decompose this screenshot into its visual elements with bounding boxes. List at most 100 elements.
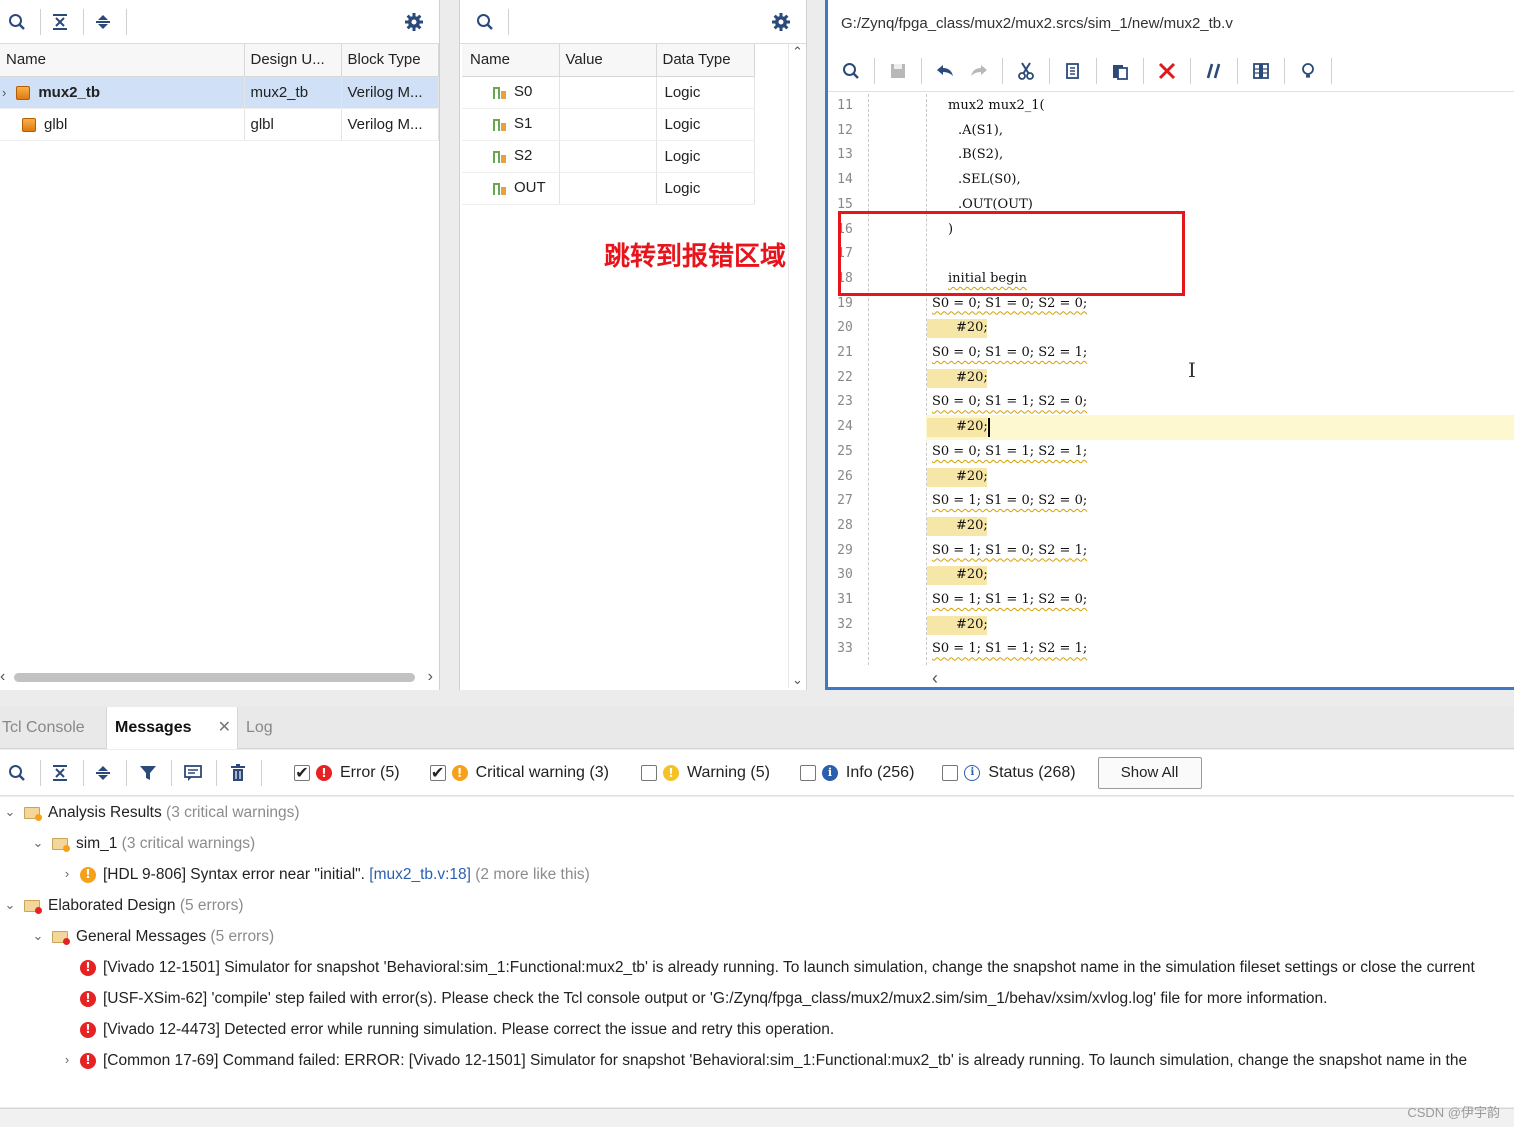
scroll-up-icon[interactable]: ⌃ [792,44,803,60]
object-row-out[interactable]: OUT Logic [462,172,755,205]
message-critical-warning[interactable]: › ! [HDL 9-806] Syntax error near "initi… [0,859,1514,890]
column-header-data-type[interactable]: Data Type [656,44,755,77]
save-icon[interactable] [881,54,915,88]
scope-design-unit: glbl [244,108,342,141]
filter-critical-warning[interactable]: ✔ ! Critical warning (3) [429,764,609,782]
tab-messages[interactable]: Messages ✕ [106,707,238,749]
scroll-down-icon[interactable]: ⌄ [792,672,803,688]
code-line[interactable]: 23 S0 = 0; S1 = 1; S2 = 0; [828,390,1514,415]
vertical-scrollbar[interactable]: ⌃ ⌄ [788,44,806,688]
horizontal-scrollbar[interactable]: ‹ › [0,668,439,686]
scroll-left-icon[interactable]: ‹ [0,668,5,686]
expand-all-icon[interactable] [86,756,120,790]
scope-row-mux2-tb[interactable]: › mux2_tb mux2_tb Verilog M... [0,76,439,109]
undo-icon[interactable] [928,54,962,88]
redo-icon[interactable] [962,54,996,88]
scrollbar-thumb[interactable] [14,672,415,682]
message-error[interactable]: ! [USF-XSim-62] 'compile' step failed wi… [0,983,1514,1014]
paste-icon[interactable] [1103,54,1137,88]
collapse-all-icon[interactable] [43,5,77,39]
settings-gear-icon[interactable] [397,5,431,39]
message-text: [HDL 9-806] Syntax error near "initial". [103,866,370,883]
cut-icon[interactable] [1009,54,1043,88]
message-error[interactable]: ! [Vivado 12-4473] Detected error while … [0,1014,1514,1045]
filter-icon[interactable] [131,756,165,790]
lightbulb-icon[interactable] [1291,54,1325,88]
chevron-right-icon[interactable]: › [60,867,74,881]
checkbox-info[interactable] [799,764,816,781]
chevron-right-icon[interactable]: › [60,1053,74,1067]
show-all-button[interactable]: Show All [1097,756,1202,789]
message-error[interactable]: › ! [Common 17-69] Command failed: ERROR… [0,1045,1514,1076]
message-error[interactable]: ! [Vivado 12-1501] Simulator for snapsho… [0,952,1514,983]
code-line[interactable]: 11 mux2 mux2_1( [828,94,1514,119]
comment-toggle-icon[interactable] [1197,54,1231,88]
tree-node-elaborated-design[interactable]: ⌄ Elaborated Design (5 errors) [0,890,1514,921]
code-line[interactable]: 25 S0 = 0; S1 = 1; S2 = 1; [828,440,1514,465]
scroll-right-icon[interactable]: › [428,668,433,686]
checkbox-warning[interactable] [640,764,657,781]
search-icon[interactable] [0,5,34,39]
code-line[interactable]: 33 S0 = 1; S1 = 1; S2 = 1; [828,637,1514,662]
code-line[interactable]: 21 S0 = 0; S1 = 0; S2 = 1; [828,341,1514,366]
chevron-down-icon[interactable]: ⌄ [31,836,45,850]
tree-node-general-messages[interactable]: ⌄ General Messages (5 errors) [0,921,1514,952]
code-line[interactable]: 22 #20; [828,366,1514,391]
code-line[interactable]: 29 S0 = 1; S1 = 0; S2 = 1; [828,539,1514,564]
column-header-block-type[interactable]: Block Type [341,44,439,77]
expand-all-icon[interactable] [86,5,120,39]
delete-icon[interactable] [1150,54,1184,88]
code-line[interactable]: 31 S0 = 1; S1 = 1; S2 = 0; [828,588,1514,613]
filter-status[interactable]: i Status (268) [942,764,1076,782]
close-icon[interactable]: ✕ [218,707,231,749]
tree-node-analysis-results[interactable]: ⌄ Analysis Results (3 critical warnings) [0,797,1514,828]
checkbox-status[interactable] [942,764,959,781]
tab-tcl-console[interactable]: Tcl Console [2,707,85,749]
checkbox-error[interactable]: ✔ [294,764,310,782]
filter-info[interactable]: i Info (256) [799,764,914,782]
checkbox-critical-warning[interactable]: ✔ [429,764,446,782]
column-header-name[interactable]: Name [0,44,245,77]
code-line[interactable]: 28 #20; [828,514,1514,539]
message-icon[interactable] [176,756,210,790]
search-icon[interactable] [468,5,502,39]
column-header-design-unit[interactable]: Design U... [244,44,342,77]
source-link[interactable]: [mux2_tb.v:18] [369,859,471,890]
object-row-s0[interactable]: S0 Logic [462,76,755,109]
code-line[interactable]: 14 .SEL(S0), [828,168,1514,193]
search-icon[interactable] [834,54,868,88]
object-row-s2[interactable]: S2 Logic [462,140,755,173]
code-line[interactable]: 13 .B(S2), [828,143,1514,168]
code-line[interactable]: 32 #20; [828,613,1514,638]
objects-toolbar [460,0,806,44]
scroll-left-icon[interactable]: ‹ [932,668,938,689]
tree-node-sim-1[interactable]: ⌄ sim_1 (3 critical warnings) [0,828,1514,859]
chevron-down-icon[interactable]: ⌄ [3,805,17,819]
settings-gear-icon[interactable] [764,5,798,39]
filter-warning[interactable]: ! Warning (5) [640,764,770,782]
object-row-s1[interactable]: S1 Logic [462,108,755,141]
code-line[interactable]: 20 #20; [828,316,1514,341]
code-line[interactable]: 24 #20; [837,415,1514,440]
column-select-icon[interactable] [1244,54,1278,88]
code-editor[interactable]: 11 mux2 mux2_1(12 .A(S1), 13 .B(S2), 14 .SEL(S… [828,94,1514,665]
code-line[interactable]: 27 S0 = 1; S1 = 0; S2 = 0; [828,489,1514,514]
column-header-value[interactable]: Value [559,44,657,77]
search-icon[interactable] [0,756,34,790]
collapse-all-icon[interactable] [43,756,77,790]
chevron-down-icon[interactable]: ⌄ [31,929,45,943]
filter-error[interactable]: ✔ ! Error (5) [294,764,400,782]
code-line[interactable]: 30 #20; [828,563,1514,588]
copy-icon[interactable] [1056,54,1090,88]
scope-row-glbl[interactable]: glbl glbl Verilog M... [0,108,439,141]
expand-chevron-icon[interactable]: › [2,85,6,100]
status-bar [0,1108,1514,1127]
line-number: 27 [837,493,853,509]
error-icon: ! [80,959,96,976]
trash-icon[interactable] [221,756,255,790]
code-line[interactable]: 12 .A(S1), [828,119,1514,144]
code-line[interactable]: 26 #20; [828,465,1514,490]
column-header-name[interactable]: Name [462,44,560,77]
chevron-down-icon[interactable]: ⌄ [3,898,17,912]
tab-log[interactable]: Log [246,707,273,749]
